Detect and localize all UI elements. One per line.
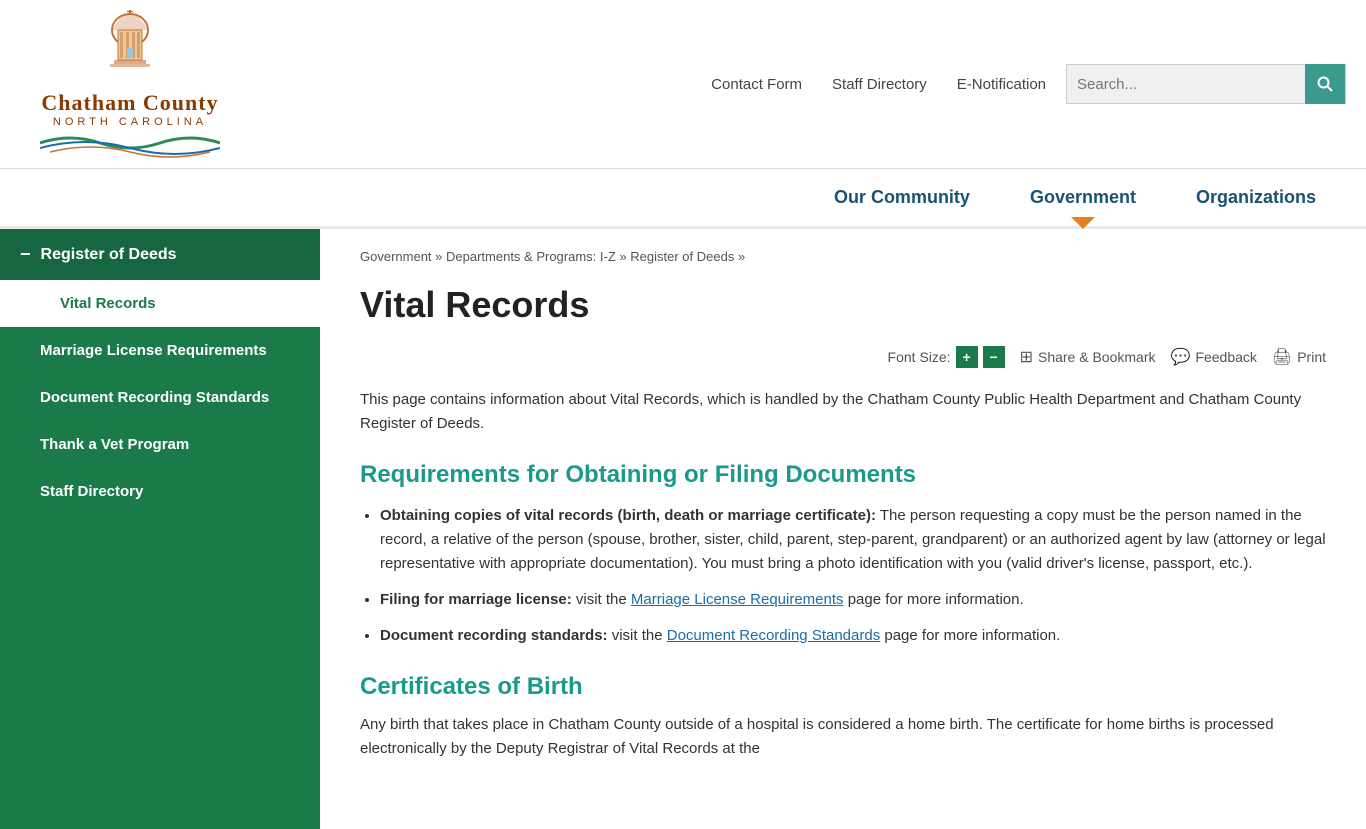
logo-wave-icon xyxy=(40,128,220,158)
nav-government[interactable]: Government xyxy=(1000,169,1166,226)
sidebar-parent-item[interactable]: − Register of Deeds xyxy=(0,229,320,280)
logo-chatham: Chatham County xyxy=(41,90,218,116)
marriage-license-link[interactable]: Marriage License Requirements xyxy=(631,591,844,608)
share-bookmark-group: ⊞ Share & Bookmark xyxy=(1020,347,1156,367)
breadcrumb: Government » Departments & Programs: I-Z… xyxy=(360,249,1326,264)
e-notification-link[interactable]: E-Notification xyxy=(957,76,1046,93)
font-size-group: Font Size: + − xyxy=(888,346,1005,368)
breadcrumb-register-of-deeds[interactable]: Register of Deeds xyxy=(630,249,734,264)
bullet3-text2: page for more information. xyxy=(884,627,1060,644)
sidebar: − Register of Deeds Vital Records Marria… xyxy=(0,229,320,829)
sidebar-item-thank-a-vet[interactable]: Thank a Vet Program xyxy=(0,421,320,468)
sidebar-item-marriage-license[interactable]: Marriage License Requirements xyxy=(0,327,320,374)
bullet3-bold: Document recording standards: xyxy=(380,627,608,644)
feedback-group: 💬 Feedback xyxy=(1170,347,1256,367)
section2-heading: Certificates of Birth xyxy=(360,673,1326,701)
search-icon xyxy=(1317,76,1333,92)
feedback-link[interactable]: Feedback xyxy=(1195,349,1256,365)
font-size-label: Font Size: xyxy=(888,349,951,365)
font-increase-button[interactable]: + xyxy=(956,346,978,368)
logo-building-icon xyxy=(90,10,170,90)
search-button[interactable] xyxy=(1305,64,1345,104)
content-toolbar: Font Size: + − ⊞ Share & Bookmark 💬 Feed… xyxy=(360,346,1326,368)
breadcrumb-sep1: » xyxy=(435,249,446,264)
intro-text: This page contains information about Vit… xyxy=(360,388,1326,436)
print-group: 🖨 Print xyxy=(1272,347,1326,367)
list-item-document-recording: Document recording standards: visit the … xyxy=(380,624,1326,648)
nav-organizations[interactable]: Organizations xyxy=(1166,169,1346,226)
top-nav-links: Contact Form Staff Directory E-Notificat… xyxy=(711,76,1046,93)
logo-area: Chatham County NORTH CAROLINA xyxy=(20,10,340,158)
bullet2-text: visit the xyxy=(576,591,631,608)
contact-form-link[interactable]: Contact Form xyxy=(711,76,802,93)
print-link[interactable]: Print xyxy=(1297,349,1326,365)
page-layout: − Register of Deeds Vital Records Marria… xyxy=(0,229,1366,829)
sidebar-item-vital-records[interactable]: Vital Records xyxy=(0,280,320,327)
breadcrumb-departments[interactable]: Departments & Programs: I-Z xyxy=(446,249,616,264)
font-decrease-button[interactable]: − xyxy=(983,346,1005,368)
print-icon: 🖨 xyxy=(1272,347,1292,367)
share-icon: ⊞ xyxy=(1020,347,1033,367)
page-title: Vital Records xyxy=(360,284,1326,326)
search-input[interactable] xyxy=(1067,76,1305,93)
feedback-icon: 💬 xyxy=(1170,347,1190,367)
document-recording-link[interactable]: Document Recording Standards xyxy=(667,627,880,644)
bullet2-text2: page for more information. xyxy=(848,591,1024,608)
staff-directory-link[interactable]: Staff Directory xyxy=(832,76,927,93)
breadcrumb-sep2: » xyxy=(619,249,630,264)
bullet2-bold: Filing for marriage license: xyxy=(380,591,572,608)
breadcrumb-government[interactable]: Government xyxy=(360,249,432,264)
logo-nc: NORTH CAROLINA xyxy=(53,116,207,128)
minus-icon: − xyxy=(20,244,31,265)
logo[interactable]: Chatham County NORTH CAROLINA xyxy=(20,10,240,158)
search-bar xyxy=(1066,64,1346,104)
requirements-list: Obtaining copies of vital records (birth… xyxy=(380,504,1326,648)
sidebar-item-staff-directory[interactable]: Staff Directory xyxy=(0,468,320,515)
share-bookmark-link[interactable]: Share & Bookmark xyxy=(1038,349,1156,365)
site-header: Chatham County NORTH CAROLINA Contact Fo… xyxy=(0,0,1366,169)
main-navigation: Our Community Government Organizations xyxy=(0,169,1366,229)
sidebar-parent-label: Register of Deeds xyxy=(41,246,177,264)
sidebar-item-document-recording[interactable]: Document Recording Standards xyxy=(0,374,320,421)
bullet1-bold: Obtaining copies of vital records (birth… xyxy=(380,507,876,524)
list-item-vital-records: Obtaining copies of vital records (birth… xyxy=(380,504,1326,576)
top-navigation: Contact Form Staff Directory E-Notificat… xyxy=(340,64,1346,104)
main-content: Government » Departments & Programs: I-Z… xyxy=(320,229,1366,829)
nav-our-community[interactable]: Our Community xyxy=(804,169,1000,226)
list-item-marriage-license: Filing for marriage license: visit the M… xyxy=(380,588,1326,612)
cert-text: Any birth that takes place in Chatham Co… xyxy=(360,713,1326,761)
bullet3-text: visit the xyxy=(612,627,667,644)
section1-heading: Requirements for Obtaining or Filing Doc… xyxy=(360,461,1326,489)
main-nav-items: Our Community Government Organizations xyxy=(804,169,1346,226)
breadcrumb-sep3: » xyxy=(738,249,745,264)
